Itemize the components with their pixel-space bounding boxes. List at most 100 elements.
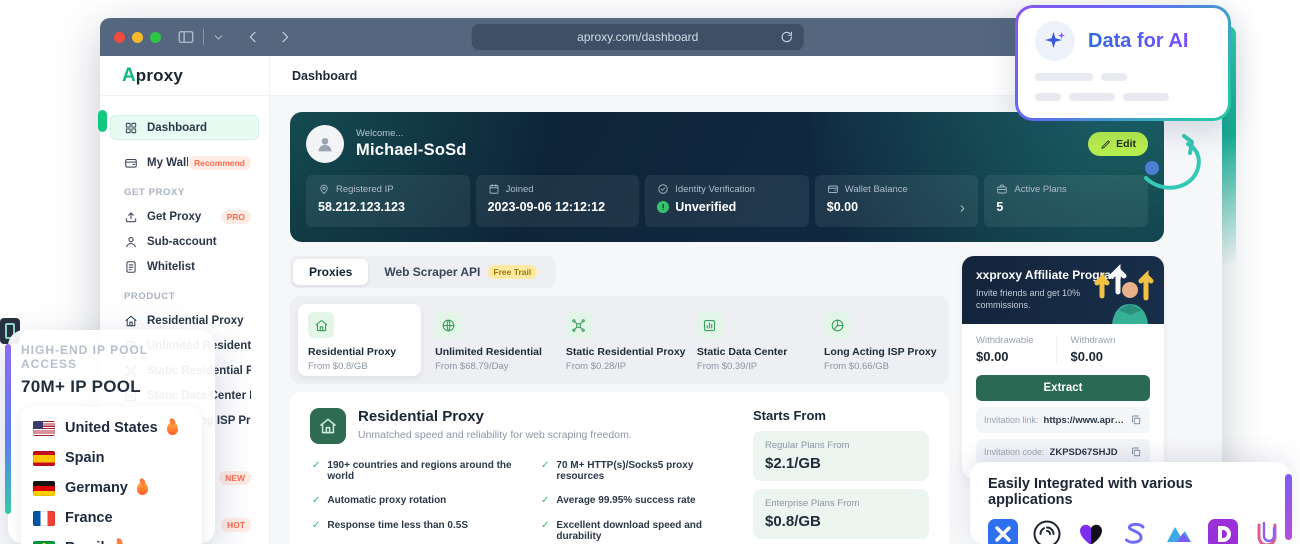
pin-icon — [318, 183, 330, 195]
stat-identity-verification: Identity Verification !Unverified — [645, 175, 809, 227]
residential-proxy-icon — [310, 408, 346, 444]
house-icon — [314, 318, 329, 333]
invitation-code-value: ZKPSD67SHJD — [1050, 447, 1125, 458]
calendar-icon — [488, 183, 500, 195]
fingerprint-logo-icon — [1032, 519, 1062, 544]
pencil-icon — [1100, 139, 1111, 150]
brazil-flag-icon — [33, 541, 55, 544]
document-icon — [124, 260, 138, 274]
affiliate-subtitle: Invite friends and get 10% commissions. — [976, 287, 1096, 311]
sidebar-item-get-proxy[interactable]: Get Proxy PRO — [110, 204, 259, 229]
logo[interactable]: Aproxy — [100, 56, 269, 96]
welcome-banner: Welcome... Michael-SoSd Edit Registered … — [290, 112, 1164, 242]
tab-web-scraper-api[interactable]: Web Scraper API Free Trail — [368, 259, 553, 285]
france-flag-icon — [33, 511, 55, 526]
proxy-tabs: Proxies Web Scraper API Free Trail — [290, 256, 556, 288]
zoom-window-button[interactable] — [150, 32, 161, 43]
country-row-spain: Spain — [33, 443, 190, 473]
sidebar-toggle-icon[interactable] — [177, 28, 195, 46]
user-icon — [124, 235, 138, 249]
sparkle-icon — [1035, 21, 1075, 61]
unverified-status-icon: ! — [657, 201, 669, 213]
briefcase-icon — [996, 183, 1008, 195]
nodes-icon — [571, 318, 586, 333]
integrations-title: Easily Integrated with various applicati… — [988, 476, 1272, 508]
withdrawn-block: Withdrawn $0.00 — [1056, 335, 1151, 364]
country-row-france: France — [33, 503, 190, 533]
datacenter-icon — [702, 318, 717, 333]
stat-active-plans: Active Plans 5 — [984, 175, 1148, 227]
stat-joined: Joined 2023-09-06 12:12:12 — [476, 175, 640, 227]
ip-pool-card: HIGH-END IP POOL ACCESS 70M+ IP POOL Uni… — [8, 330, 215, 544]
enterprise-plan-box: Enterprise Plans From $0.8/GB — [753, 489, 929, 539]
new-badge: NEW — [219, 471, 251, 485]
edit-button[interactable]: Edit — [1088, 132, 1148, 156]
back-button[interactable] — [245, 29, 261, 45]
country-row-germany: Germany — [33, 473, 190, 503]
sidebar-item-sub-account[interactable]: Sub-account — [110, 229, 259, 254]
hot-badge: HOT — [221, 518, 251, 532]
ip-pool-title: 70M+ IP POOL — [21, 377, 202, 397]
minimize-window-button[interactable] — [132, 32, 143, 43]
copy-icon[interactable] — [1130, 446, 1142, 458]
check-circle-icon — [657, 183, 669, 195]
product-card-static-data-center[interactable]: Static Data Center From $0.39/IP — [687, 304, 810, 376]
avatar[interactable] — [306, 125, 344, 163]
get-proxy-icon — [124, 210, 138, 224]
forward-button[interactable] — [277, 29, 293, 45]
residential-proxy-detail: Residential Proxy Unmatched speed and re… — [290, 392, 949, 544]
product-card-static-residential[interactable]: Static Residential Proxy From $0.28/IP — [556, 304, 683, 376]
feature-item: ✓Automatic proxy rotation — [312, 495, 527, 507]
username: Michael-SoSd — [356, 141, 467, 160]
house-icon — [124, 314, 138, 328]
data-for-ai-title: Data for AI — [1088, 30, 1188, 53]
stat-wallet-balance[interactable]: Wallet Balance $0.00 — [815, 175, 979, 227]
dashboard-icon — [124, 121, 138, 135]
section-label-product: PRODUCT — [124, 291, 259, 302]
traffic-lights[interactable] — [114, 32, 161, 43]
pie-icon — [830, 318, 845, 333]
active-item-notch — [98, 110, 107, 132]
flame-icon — [137, 482, 148, 495]
germany-flag-icon — [33, 481, 55, 496]
feature-item: ✓Response time less than 0.5S — [312, 520, 527, 542]
wallet-icon — [827, 183, 839, 195]
sidebar-item-my-wallet[interactable]: My Wallet Recommend — [110, 150, 259, 175]
withdrawable-block: Withdrawable $0.00 — [976, 335, 1056, 364]
product-card-unlimited[interactable]: Unlimited Residential From $68.79/Day — [425, 304, 552, 376]
starts-from-title: Starts From — [753, 408, 929, 423]
free-trail-badge: Free Trail — [487, 265, 537, 279]
sidebar-item-dashboard[interactable]: Dashboard — [110, 115, 259, 140]
affiliate-illustration — [1094, 262, 1158, 324]
close-window-button[interactable] — [114, 32, 125, 43]
reload-icon[interactable] — [780, 30, 794, 44]
invitation-link-row[interactable]: Invitation link: https://www.aproxy.code… — [976, 407, 1150, 433]
product-cards: Residential Proxy From $0.8/GB Unlimited… — [290, 296, 949, 384]
url-bar[interactable]: aproxy.com/dashboard — [472, 24, 804, 50]
sidebar-item-whitelist[interactable]: Whitelist — [110, 254, 259, 279]
divider — [203, 29, 204, 45]
spain-flag-icon — [33, 451, 55, 466]
affiliate-card: xxproxy Affiliate Program Invite friends… — [962, 256, 1164, 479]
chevron-down-icon[interactable] — [212, 31, 225, 44]
detail-subtitle: Unmatched speed and reliability for web … — [358, 429, 632, 441]
detail-title: Residential Proxy — [358, 408, 632, 425]
product-card-residential[interactable]: Residential Proxy From $0.8/GB — [298, 304, 421, 376]
x-browser-logo-icon — [988, 519, 1018, 544]
logo-text: proxy — [136, 66, 183, 86]
feature-item: ✓190+ countries and regions around the w… — [312, 460, 527, 482]
tab-proxies[interactable]: Proxies — [293, 259, 368, 285]
flame-icon — [167, 422, 178, 435]
recommend-badge: Recommend — [188, 156, 251, 170]
us-flag-icon — [33, 421, 55, 436]
d-logo-icon — [1208, 519, 1238, 544]
pro-badge: PRO — [221, 210, 251, 224]
section-label-get-proxy: GET PROXY — [124, 187, 259, 198]
chevron-right-icon[interactable] — [957, 203, 968, 214]
copy-icon[interactable] — [1130, 414, 1142, 426]
product-card-long-acting-isp[interactable]: Long Acting ISP Proxy From $0.66/GB — [814, 304, 941, 376]
heart-logo-icon — [1076, 519, 1106, 544]
country-row-brazil: Brazil — [33, 533, 190, 544]
extract-button[interactable]: Extract — [976, 375, 1150, 401]
welcome-text: Welcome... — [356, 128, 467, 139]
